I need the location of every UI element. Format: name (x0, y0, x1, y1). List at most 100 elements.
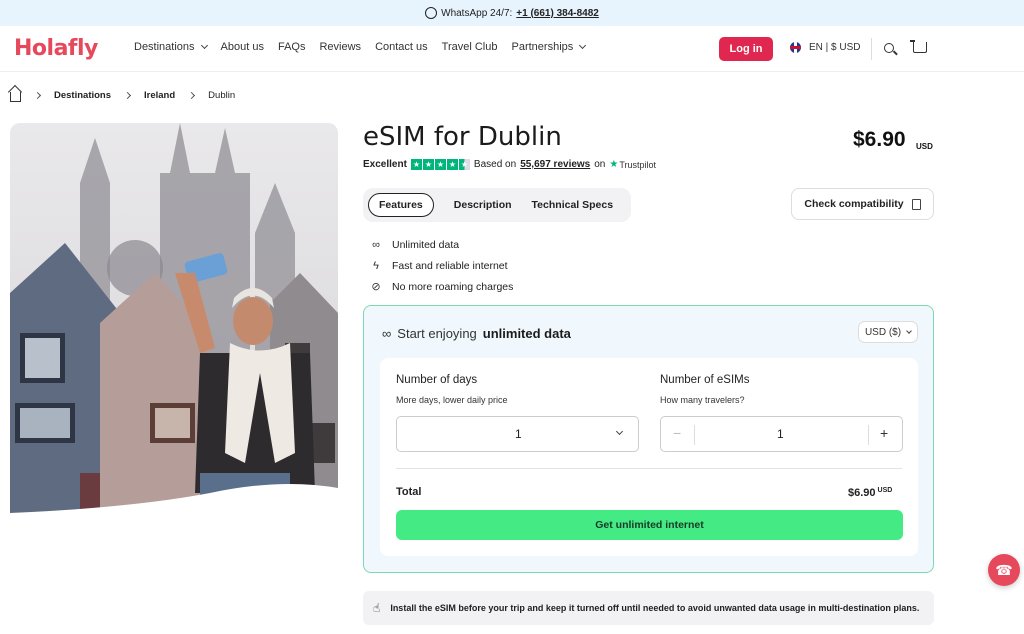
currency-select-value: USD ($) (864, 326, 902, 338)
total-value: $6.90 (848, 487, 876, 499)
days-select[interactable]: 1 (396, 416, 639, 452)
nav-contact-us[interactable]: Contact us (375, 41, 428, 53)
feature-item: ϟ Fast and reliable internet (370, 255, 513, 276)
hero-image (10, 123, 338, 523)
star-icon: ★ (446, 159, 458, 170)
whatsapp-icon (425, 7, 438, 19)
rating-label: Excellent (363, 159, 407, 170)
esims-label: Number of eSIMs (660, 374, 750, 386)
stepper-divider (694, 425, 695, 445)
plan-heading-bold: unlimited data (482, 326, 571, 341)
hand-tap-icon: ☝ (373, 601, 381, 615)
header-divider (871, 38, 872, 60)
days-value: 1 (515, 427, 522, 441)
tab-features[interactable]: Features (368, 193, 434, 217)
tab-description[interactable]: Description (444, 193, 522, 217)
increment-button[interactable]: + (880, 425, 888, 441)
tab-technical-specs[interactable]: Technical Specs (522, 193, 624, 217)
infinity-icon: ∞ (372, 238, 380, 251)
trustpilot-logo[interactable]: ★ Trustpilot (609, 159, 656, 170)
breadcrumb: Destinations Ireland Dublin (10, 89, 235, 102)
trustpilot-rating: Excellent ★ ★ ★ ★ ★ Based on 55,697 revi… (363, 159, 656, 170)
home-icon[interactable] (10, 92, 21, 102)
login-button[interactable]: Log in (719, 37, 773, 61)
uk-flag-icon (790, 42, 801, 53)
features-list: ∞ Unlimited data ϟ Fast and reliable int… (370, 234, 513, 297)
esims-value: 1 (777, 427, 784, 441)
star-icon: ★ (410, 159, 422, 170)
feature-text: Unlimited data (392, 238, 460, 251)
search-icon[interactable] (884, 43, 894, 53)
chevron-down-icon (906, 328, 912, 334)
nav-destinations[interactable]: Destinations (134, 41, 208, 53)
chevron-right-icon (123, 91, 132, 100)
nav-reviews[interactable]: Reviews (319, 41, 361, 53)
rating-stars: ★ ★ ★ ★ ★ (410, 159, 470, 170)
nav-label: Destinations (134, 41, 195, 53)
nav-faqs[interactable]: FAQs (278, 41, 306, 53)
trustpilot-label: Trustpilot (619, 159, 657, 170)
star-half-icon: ★ (458, 159, 470, 170)
breadcrumb-destinations[interactable]: Destinations (54, 90, 111, 101)
nav-about-us[interactable]: About us (221, 41, 264, 53)
install-notice: ☝ Install the eSIM before your trip and … (363, 591, 934, 625)
whatsapp-label: WhatsApp 24/7: (441, 7, 513, 19)
based-on-text: Based on (473, 159, 517, 170)
breadcrumb-ireland[interactable]: Ireland (144, 90, 175, 101)
total-label: Total (396, 486, 422, 498)
hero-illustration (10, 123, 338, 523)
total-currency: USD (877, 487, 893, 494)
chevron-right-icon (188, 91, 196, 100)
site-header: Holafly Destinations About us FAQs Revie… (0, 26, 1024, 72)
phone-check-icon (911, 198, 921, 210)
total-value-wrap: $6.90 USD (848, 487, 892, 499)
stepper-divider (868, 425, 869, 445)
product-tabs: Features Description Technical Specs (363, 188, 631, 222)
plan-heading-prefix: Start enjoying (397, 326, 477, 341)
feature-item: ∞ Unlimited data (370, 234, 513, 255)
chevron-down-icon (200, 41, 208, 50)
nav-travel-club[interactable]: Travel Club (442, 41, 498, 53)
price-currency: USD (916, 142, 933, 151)
holafly-logo[interactable]: Holafly (14, 36, 98, 61)
feature-text: Fast and reliable internet (392, 259, 508, 272)
get-unlimited-internet-button[interactable]: Get unlimited internet (396, 510, 903, 540)
breadcrumb-current: Dublin (208, 90, 236, 101)
product-price: $6.90 (853, 128, 906, 151)
page-title: eSIM for Dublin (363, 122, 562, 152)
on-text: on (594, 159, 606, 170)
feature-text: No more roaming charges (392, 280, 514, 293)
feature-item: ⊘ No more roaming charges (370, 276, 513, 297)
days-label: Number of days (396, 374, 478, 386)
star-icon: ★ (422, 159, 434, 170)
days-hint: More days, lower daily price (396, 395, 508, 405)
currency-select[interactable]: USD ($) (858, 321, 918, 343)
plan-config-panel: Number of days More days, lower daily pr… (380, 358, 918, 556)
chevron-right-icon (33, 91, 42, 100)
nav-partnerships[interactable]: Partnerships (512, 41, 587, 53)
reviews-link[interactable]: 55,697 reviews (520, 159, 590, 170)
main-nav: Destinations About us FAQs Reviews Conta… (134, 41, 587, 53)
infinity-icon: ∞ (382, 326, 392, 341)
plan-heading: ∞ Start enjoying unlimited data (382, 326, 571, 341)
plan-card: ∞ Start enjoying unlimited data USD ($) … (363, 305, 934, 573)
whatsapp-phone-link[interactable]: +1 (661) 384-8482 (516, 8, 599, 19)
lightning-icon: ϟ (373, 259, 379, 272)
esims-hint: How many travelers? (660, 395, 745, 405)
esims-stepper: − 1 + (660, 416, 903, 452)
no-roaming-icon: ⊘ (371, 281, 381, 293)
language-currency-selector[interactable]: EN | $ USD (790, 42, 861, 53)
top-announcement-bar: WhatsApp 24/7: +1 (661) 384-8482 (0, 0, 1024, 26)
total-divider (396, 468, 902, 469)
language-currency-label: EN | $ USD (809, 42, 861, 53)
support-chat-button[interactable]: ☎ (988, 554, 1020, 586)
check-compatibility-button[interactable]: Check compatibility (791, 188, 934, 220)
decrement-button[interactable]: − (673, 425, 681, 441)
check-compatibility-label: Check compatibility (804, 198, 904, 210)
chevron-down-icon (579, 41, 587, 50)
trustpilot-star-icon: ★ (609, 159, 619, 170)
headset-icon: ☎ (995, 561, 1013, 578)
notice-text: Install the eSIM before your trip and ke… (390, 603, 920, 613)
chevron-down-icon (615, 427, 624, 436)
cart-icon[interactable] (910, 40, 927, 53)
